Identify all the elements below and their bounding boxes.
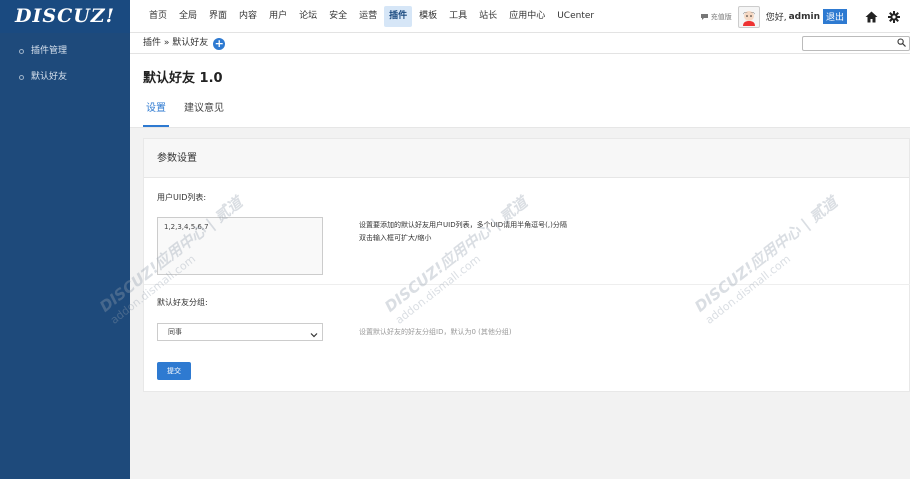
uid-tip-line1: 设置要添加的默认好友用户UID列表，多个UID请用半角逗号(,)分隔 [359,221,567,229]
search-input[interactable] [802,36,910,51]
add-shortcut-plus-icon[interactable]: + [213,37,226,50]
nav-item[interactable]: 论坛 [294,6,322,27]
sidebar-item-label: 插件管理 [31,46,68,56]
nav-item[interactable]: 用户 [264,6,292,27]
settings-panel: 参数设置 用户UID列表: 1,2,3,4,5,6,7 设置要添加的默认好友用户… [143,138,910,392]
divider [144,284,910,285]
nav-item[interactable]: 工具 [444,6,472,27]
nav-item[interactable]: 内容 [234,6,262,27]
nav-item[interactable]: 插件 [384,6,413,27]
sidebar-item-label: 默认好友 [31,72,68,82]
top-navbar: DISCUZ! 首页 全局 界面 内容 用户 论坛 安全 运营 插件 模板 工具 站长 应用中心 UCen… [0,0,910,33]
nav-item[interactable]: 安全 [324,6,352,27]
tab-feedback[interactable]: 建议意见 [181,102,227,127]
sidebar-item-default-friends[interactable]: 默认好友 [0,64,130,90]
nav-item[interactable]: 模板 [414,6,442,27]
nav-item[interactable]: UCenter [552,6,599,27]
main-nav: 首页 全局 界面 内容 用户 论坛 安全 运营 插件 模板 工具 站长 应用中心 UCenter [144,6,601,27]
submit-button[interactable]: 提交 [157,362,191,380]
nav-item[interactable]: 运营 [354,6,382,27]
search-icon[interactable] [897,38,906,50]
gear-icon[interactable] [888,10,900,23]
chevron-down-icon [310,328,318,344]
bullet-icon [19,48,24,54]
nav-item[interactable]: 应用中心 [504,6,550,27]
avatar[interactable] [737,5,760,28]
friend-group-label: 默认好友分组: [157,298,208,307]
discuz-logo[interactable]: DISCUZ! [0,0,130,33]
breadcrumb-text: 插件 » 默认好友 [143,38,209,48]
nav-item[interactable]: 界面 [204,6,232,27]
uid-tip: 设置要添加的默认好友用户UID列表，多个UID请用半角逗号(,)分隔 双击输入框… [359,219,567,245]
sidebar-item-plugin-manage[interactable]: 插件管理 [0,38,130,64]
greeting-text: 您好, [765,13,787,23]
uid-list-label: 用户UID列表: [157,193,207,202]
friend-group-select[interactable]: 同事 [157,323,323,341]
page-title: 默认好友 1.0 [143,71,223,86]
breadcrumb-bar: 插件 » 默认好友 + [130,33,910,54]
user-tools: 充值版 您好, admin 退出 [700,4,900,29]
friend-group-selected: 同事 [168,328,182,336]
nav-item[interactable]: 全局 [174,6,202,27]
nav-item[interactable]: 站长 [474,6,502,27]
logout-button[interactable]: 退出 [822,9,847,24]
page-header: 默认好友 1.0 设置 建议意见 [130,54,910,128]
uid-list-textarea[interactable]: 1,2,3,4,5,6,7 [157,217,323,275]
chat-bubble-icon [700,13,708,20]
username[interactable]: admin [789,12,820,22]
recharge-label: 充值版 [710,12,732,21]
uid-tip-line2: 双击输入框可扩大/缩小 [359,234,432,242]
tab-settings[interactable]: 设置 [143,102,169,127]
home-icon[interactable] [865,11,878,23]
bullet-icon [19,74,24,80]
group-tip: 设置默认好友的好友分组ID，默认为0 (其他分组) [359,328,512,336]
tab-bar: 设置 建议意见 [143,102,239,127]
breadcrumb: 插件 » 默认好友 + [143,33,226,54]
sidebar: 插件管理 默认好友 [0,33,130,479]
recharge-link[interactable]: 充值版 [700,12,732,22]
panel-title: 参数设置 [144,139,909,178]
user-avatar-icon [742,10,755,26]
nav-item[interactable]: 首页 [144,6,172,27]
